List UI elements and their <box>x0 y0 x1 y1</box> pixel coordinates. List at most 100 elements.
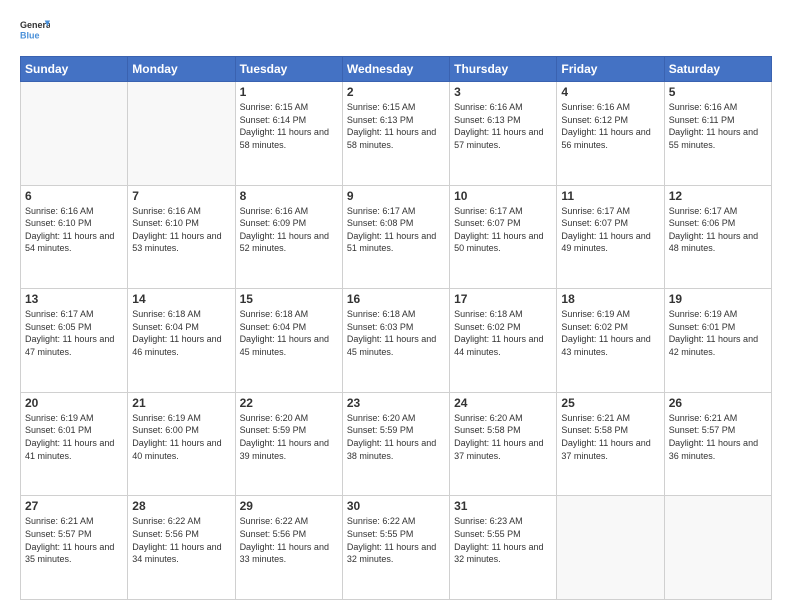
calendar-day-cell: 22 Sunrise: 6:20 AMSunset: 5:59 PMDayligh… <box>235 392 342 496</box>
day-info: Sunrise: 6:15 AMSunset: 6:14 PMDaylight:… <box>240 101 338 151</box>
calendar-day-cell <box>21 82 128 186</box>
day-info: Sunrise: 6:22 AMSunset: 5:56 PMDaylight:… <box>240 515 338 565</box>
day-number: 5 <box>669 85 767 99</box>
calendar-day-cell: 16Sunrise: 6:18 AMSunset: 6:03 PMDayligh… <box>342 289 449 393</box>
day-number: 27 <box>25 499 123 513</box>
day-info: Sunrise: 6:18 AMSunset: 6:02 PMDaylight:… <box>454 308 552 358</box>
day-number: 19 <box>669 292 767 306</box>
day-info: Sunrise: 6:20 AMSunset: 5:59 PMDaylight:… <box>240 412 338 462</box>
calendar-week-row: 27 Sunrise: 6:21 AMSunset: 5:57 PMDayligh… <box>21 496 772 600</box>
calendar-day-cell: 11 Sunrise: 6:17 AMSunset: 6:07 PMDayligh… <box>557 185 664 289</box>
calendar-day-cell: 3 Sunrise: 6:16 AMSunset: 6:13 PMDaylight… <box>450 82 557 186</box>
svg-text:Blue: Blue <box>20 31 40 41</box>
day-number: 30 <box>347 499 445 513</box>
calendar-day-cell <box>557 496 664 600</box>
day-number: 8 <box>240 189 338 203</box>
day-info: Sunrise: 6:19 AMSunset: 6:01 PMDaylight:… <box>25 412 123 462</box>
day-of-week-header: Thursday <box>450 57 557 82</box>
day-number: 1 <box>240 85 338 99</box>
calendar-day-cell: 19Sunrise: 6:19 AMSunset: 6:01 PMDayligh… <box>664 289 771 393</box>
day-number: 16 <box>347 292 445 306</box>
day-info: Sunrise: 6:20 AMSunset: 5:59 PMDaylight:… <box>347 412 445 462</box>
calendar-day-cell: 30 Sunrise: 6:22 AMSunset: 5:55 PMDayligh… <box>342 496 449 600</box>
header: GeneralBlue <box>20 16 772 46</box>
day-of-week-header: Monday <box>128 57 235 82</box>
day-of-week-header: Friday <box>557 57 664 82</box>
calendar-day-cell: 24Sunrise: 6:20 AMSunset: 5:58 PMDayligh… <box>450 392 557 496</box>
day-of-week-header: Saturday <box>664 57 771 82</box>
day-number: 23 <box>347 396 445 410</box>
page: GeneralBlue SundayMondayTuesdayWednesday… <box>0 0 792 612</box>
day-info: Sunrise: 6:19 AMSunset: 6:02 PMDaylight:… <box>561 308 659 358</box>
day-number: 17 <box>454 292 552 306</box>
day-info: Sunrise: 6:17 AMSunset: 6:07 PMDaylight:… <box>561 205 659 255</box>
calendar-day-cell: 5 Sunrise: 6:16 AMSunset: 6:11 PMDaylight… <box>664 82 771 186</box>
calendar-header-row: SundayMondayTuesdayWednesdayThursdayFrid… <box>21 57 772 82</box>
day-of-week-header: Sunday <box>21 57 128 82</box>
day-number: 7 <box>132 189 230 203</box>
calendar-day-cell: 20 Sunrise: 6:19 AMSunset: 6:01 PMDayligh… <box>21 392 128 496</box>
day-info: Sunrise: 6:21 AMSunset: 5:57 PMDaylight:… <box>669 412 767 462</box>
day-number: 31 <box>454 499 552 513</box>
calendar-day-cell: 1 Sunrise: 6:15 AMSunset: 6:14 PMDaylight… <box>235 82 342 186</box>
calendar-day-cell: 26 Sunrise: 6:21 AMSunset: 5:57 PMDayligh… <box>664 392 771 496</box>
day-number: 25 <box>561 396 659 410</box>
calendar-day-cell: 8 Sunrise: 6:16 AMSunset: 6:09 PMDaylight… <box>235 185 342 289</box>
day-number: 6 <box>25 189 123 203</box>
day-number: 10 <box>454 189 552 203</box>
logo: GeneralBlue <box>20 16 50 46</box>
day-info: Sunrise: 6:16 AMSunset: 6:13 PMDaylight:… <box>454 101 552 151</box>
day-number: 24 <box>454 396 552 410</box>
calendar-week-row: 13 Sunrise: 6:17 AMSunset: 6:05 PMDayligh… <box>21 289 772 393</box>
calendar-day-cell: 17 Sunrise: 6:18 AMSunset: 6:02 PMDayligh… <box>450 289 557 393</box>
day-info: Sunrise: 6:17 AMSunset: 6:08 PMDaylight:… <box>347 205 445 255</box>
day-info: Sunrise: 6:22 AMSunset: 5:55 PMDaylight:… <box>347 515 445 565</box>
day-info: Sunrise: 6:21 AMSunset: 5:57 PMDaylight:… <box>25 515 123 565</box>
calendar-day-cell: 23 Sunrise: 6:20 AMSunset: 5:59 PMDayligh… <box>342 392 449 496</box>
calendar-table: SundayMondayTuesdayWednesdayThursdayFrid… <box>20 56 772 600</box>
day-info: Sunrise: 6:16 AMSunset: 6:10 PMDaylight:… <box>25 205 123 255</box>
day-info: Sunrise: 6:19 AMSunset: 6:00 PMDaylight:… <box>132 412 230 462</box>
calendar-day-cell: 25 Sunrise: 6:21 AMSunset: 5:58 PMDayligh… <box>557 392 664 496</box>
day-of-week-header: Tuesday <box>235 57 342 82</box>
day-info: Sunrise: 6:16 AMSunset: 6:10 PMDaylight:… <box>132 205 230 255</box>
calendar-day-cell: 13 Sunrise: 6:17 AMSunset: 6:05 PMDayligh… <box>21 289 128 393</box>
calendar-day-cell: 4Sunrise: 6:16 AMSunset: 6:12 PMDaylight… <box>557 82 664 186</box>
day-info: Sunrise: 6:23 AMSunset: 5:55 PMDaylight:… <box>454 515 552 565</box>
day-number: 20 <box>25 396 123 410</box>
day-info: Sunrise: 6:15 AMSunset: 6:13 PMDaylight:… <box>347 101 445 151</box>
day-info: Sunrise: 6:17 AMSunset: 6:07 PMDaylight:… <box>454 205 552 255</box>
calendar-day-cell <box>128 82 235 186</box>
day-info: Sunrise: 6:16 AMSunset: 6:11 PMDaylight:… <box>669 101 767 151</box>
day-number: 21 <box>132 396 230 410</box>
day-info: Sunrise: 6:22 AMSunset: 5:56 PMDaylight:… <box>132 515 230 565</box>
day-number: 26 <box>669 396 767 410</box>
calendar-day-cell: 27 Sunrise: 6:21 AMSunset: 5:57 PMDayligh… <box>21 496 128 600</box>
day-info: Sunrise: 6:16 AMSunset: 6:09 PMDaylight:… <box>240 205 338 255</box>
day-number: 22 <box>240 396 338 410</box>
calendar-day-cell: 6 Sunrise: 6:16 AMSunset: 6:10 PMDaylight… <box>21 185 128 289</box>
calendar-day-cell: 14Sunrise: 6:18 AMSunset: 6:04 PMDayligh… <box>128 289 235 393</box>
day-info: Sunrise: 6:17 AMSunset: 6:06 PMDaylight:… <box>669 205 767 255</box>
calendar-day-cell: 2Sunrise: 6:15 AMSunset: 6:13 PMDaylight… <box>342 82 449 186</box>
day-info: Sunrise: 6:18 AMSunset: 6:04 PMDaylight:… <box>240 308 338 358</box>
day-number: 9 <box>347 189 445 203</box>
day-number: 4 <box>561 85 659 99</box>
calendar-day-cell: 9 Sunrise: 6:17 AMSunset: 6:08 PMDaylight… <box>342 185 449 289</box>
calendar-day-cell: 10 Sunrise: 6:17 AMSunset: 6:07 PMDayligh… <box>450 185 557 289</box>
day-info: Sunrise: 6:21 AMSunset: 5:58 PMDaylight:… <box>561 412 659 462</box>
calendar-day-cell: 31 Sunrise: 6:23 AMSunset: 5:55 PMDayligh… <box>450 496 557 600</box>
calendar-week-row: 6 Sunrise: 6:16 AMSunset: 6:10 PMDaylight… <box>21 185 772 289</box>
calendar-week-row: 1 Sunrise: 6:15 AMSunset: 6:14 PMDaylight… <box>21 82 772 186</box>
calendar-day-cell: 15Sunrise: 6:18 AMSunset: 6:04 PMDayligh… <box>235 289 342 393</box>
day-number: 28 <box>132 499 230 513</box>
day-number: 11 <box>561 189 659 203</box>
calendar-day-cell: 29 Sunrise: 6:22 AMSunset: 5:56 PMDayligh… <box>235 496 342 600</box>
day-number: 13 <box>25 292 123 306</box>
calendar-day-cell: 21 Sunrise: 6:19 AMSunset: 6:00 PMDayligh… <box>128 392 235 496</box>
calendar-day-cell: 12Sunrise: 6:17 AMSunset: 6:06 PMDayligh… <box>664 185 771 289</box>
day-info: Sunrise: 6:17 AMSunset: 6:05 PMDaylight:… <box>25 308 123 358</box>
day-number: 3 <box>454 85 552 99</box>
calendar-week-row: 20 Sunrise: 6:19 AMSunset: 6:01 PMDayligh… <box>21 392 772 496</box>
day-number: 29 <box>240 499 338 513</box>
